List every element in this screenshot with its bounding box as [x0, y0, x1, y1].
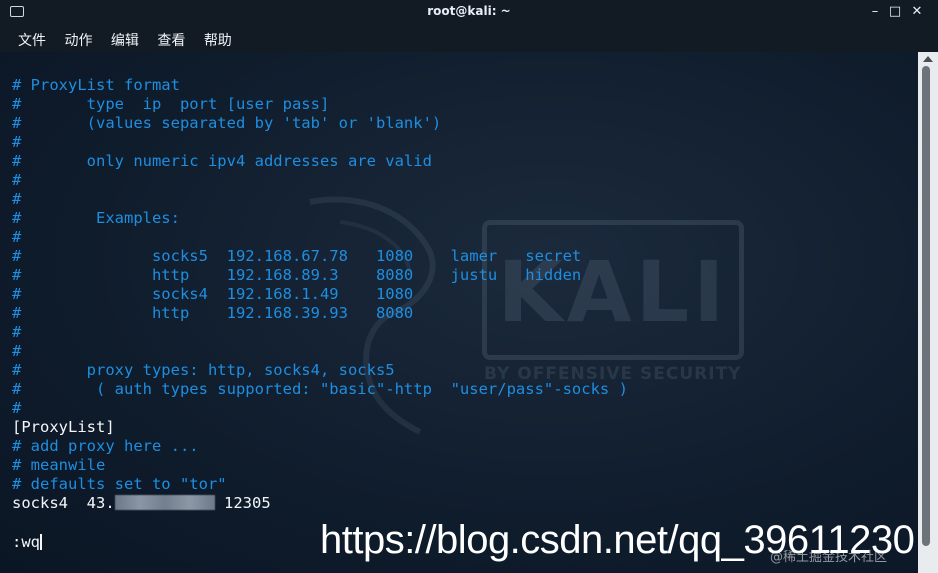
- terminal-line: # defaults set to "tor": [12, 475, 227, 493]
- terminal-line: # add proxy here ...: [12, 437, 199, 455]
- terminal-line: # socks5 192.168.67.78 1080 lamer secret: [12, 247, 582, 265]
- scroll-up-icon[interactable]: [923, 56, 933, 62]
- terminal-line: #: [12, 228, 22, 246]
- terminal-line: # http 192.168.89.3 8080 justu hidden: [12, 266, 582, 284]
- site-watermark: @稀土掘金技术社区: [770, 550, 888, 565]
- menu-action[interactable]: 动作: [64, 30, 92, 50]
- redacted-ip: [114, 495, 215, 510]
- terminal-line: #: [12, 190, 22, 208]
- proxy-entry-port: 12305: [214, 494, 271, 512]
- terminal-line: # type ip port [user pass]: [12, 95, 330, 113]
- menu-view[interactable]: 查看: [157, 30, 185, 50]
- command-line[interactable]: :wq: [12, 533, 42, 551]
- close-button[interactable]: ✕: [908, 3, 926, 21]
- terminal-line: [ProxyList]: [12, 418, 115, 436]
- terminal-view[interactable]: KALI BY OFFENSIVE SECURITY # ProxyList f…: [0, 52, 918, 573]
- terminal-line: # ProxyList format: [12, 76, 180, 94]
- terminal-line: #: [12, 399, 22, 417]
- proxy-entry-line: socks4 43. 12305: [12, 494, 271, 513]
- terminal-line: # Examples:: [12, 209, 180, 227]
- minimize-button[interactable]: –: [866, 3, 884, 21]
- terminal-line: #: [12, 133, 22, 151]
- menu-edit[interactable]: 编辑: [111, 30, 139, 50]
- menu-help[interactable]: 帮助: [204, 30, 232, 50]
- terminal-line: # socks4 192.168.1.49 1080: [12, 285, 414, 303]
- terminal-line: # http 192.168.39.93 8080: [12, 304, 414, 322]
- window-title: root@kali: ~: [427, 4, 511, 18]
- terminal-output: # ProxyList format # type ip port [user p…: [12, 76, 628, 494]
- terminal-line: # proxy types: http, socks4, socks5: [12, 361, 395, 379]
- vim-command: :wq: [12, 533, 40, 551]
- terminal-line: # ( auth types supported: "basic"-http "…: [12, 380, 628, 398]
- title-bar: root@kali: ~ – □ ✕: [0, 0, 938, 26]
- vertical-scrollbar[interactable]: [918, 52, 938, 573]
- proxy-entry-prefix: socks4 43.: [12, 494, 115, 512]
- text-cursor: [40, 534, 42, 550]
- terminal-line: #: [12, 323, 22, 341]
- terminal-line: # meanwile: [12, 456, 106, 474]
- terminal-line: #: [12, 342, 22, 360]
- scrollbar-thumb[interactable]: [922, 66, 930, 546]
- terminal-line: # (values separated by 'tab' or 'blank'): [12, 114, 442, 132]
- menu-bar: 文件 动作 编辑 查看 帮助: [0, 26, 938, 52]
- menu-file[interactable]: 文件: [18, 30, 46, 50]
- terminal-line: #: [12, 171, 22, 189]
- maximize-button[interactable]: □: [886, 3, 904, 21]
- terminal-line: # only numeric ipv4 addresses are valid: [12, 152, 432, 170]
